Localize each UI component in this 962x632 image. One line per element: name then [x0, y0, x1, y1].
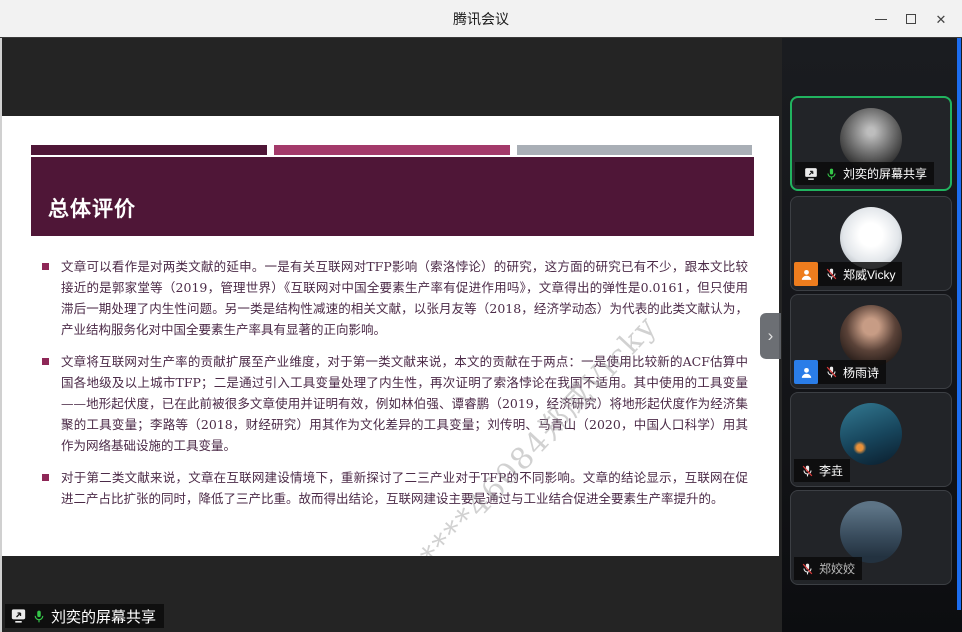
bullet-item: 文章将互联网对生产率的贡献扩展至产业维度，对于第一类文献来说，本文的贡献在于两点…: [42, 351, 749, 456]
participants-sidebar: 刘奕的屏幕共享 郑威Vicky: [782, 38, 962, 632]
screen-share-icon: [9, 608, 27, 625]
member-badge-icon: [794, 360, 818, 384]
mic-muted-icon: [801, 562, 814, 576]
mic-muted-icon: [825, 365, 838, 379]
avatar: [840, 108, 902, 170]
screen-share-icon: [802, 165, 820, 182]
mic-muted-icon: [825, 267, 838, 281]
participant-label: 郑威Vicky: [794, 262, 902, 286]
slide-accent-bars: [31, 145, 752, 155]
title-bar: 腾讯会议 ✕: [0, 0, 962, 38]
sharing-status-label: 刘奕的屏幕共享: [51, 606, 156, 627]
accent-bar-pink: [274, 145, 510, 155]
sharing-status-chip: 刘奕的屏幕共享: [5, 604, 164, 628]
slide-title: 总体评价: [31, 193, 136, 236]
participant-name: 杨雨诗: [843, 364, 879, 381]
window-controls: ✕: [866, 0, 956, 38]
guest-badge-icon: [794, 262, 818, 286]
mic-muted-icon: [801, 464, 814, 478]
bullet-marker-icon: [42, 474, 49, 481]
bullet-text: 文章可以看作是对两类文献的延申。一是有关互联网对TFP影响（索洛悖论）的研究，这…: [61, 256, 748, 340]
bullet-marker-icon: [42, 263, 49, 270]
participant-tile[interactable]: 杨雨诗: [790, 294, 952, 389]
chevron-right-icon: ›: [768, 326, 774, 346]
participant-name: 郑威Vicky: [843, 266, 895, 283]
window-edge: [0, 38, 2, 632]
participant-tile[interactable]: 郑姣姣: [790, 490, 952, 585]
participant-name: 刘奕的屏幕共享: [843, 165, 927, 182]
bullet-marker-icon: [42, 358, 49, 365]
maximize-icon: [906, 14, 916, 24]
slide-body: 文章可以看作是对两类文献的延申。一是有关互联网对TFP影响（索洛悖论）的研究，这…: [42, 256, 749, 520]
window-title: 腾讯会议: [0, 9, 962, 29]
avatar: [840, 501, 902, 563]
accent-bar-dark: [31, 145, 267, 155]
mic-on-icon: [825, 167, 838, 181]
bullet-item: 对于第二类文献来说，文章在互联网建设情境下，重新探讨了二三产业对于TFP的不同影…: [42, 467, 749, 509]
accent-bar-gray: [517, 145, 752, 155]
meeting-window: 腾讯会议 ✕ 总体评价 文章可以看作是对两类文献的延申。一是有关互联网对TFP影…: [0, 0, 962, 632]
close-icon: ✕: [936, 13, 947, 26]
close-button[interactable]: ✕: [926, 4, 956, 34]
participant-label: 刘奕的屏幕共享: [795, 162, 934, 185]
mic-on-icon: [32, 609, 46, 624]
bullet-text: 对于第二类文献来说，文章在互联网建设情境下，重新探讨了二三产业对于TFP的不同影…: [61, 467, 748, 509]
participant-tile[interactable]: 李垚: [790, 392, 952, 487]
sidebar-edge-accent: [957, 38, 961, 610]
avatar: [840, 403, 902, 465]
participant-label: 郑姣姣: [794, 557, 862, 580]
maximize-button[interactable]: [896, 4, 926, 34]
participant-tile-sharer[interactable]: 刘奕的屏幕共享: [790, 96, 952, 191]
collapse-sidebar-button[interactable]: ›: [760, 313, 781, 359]
avatar: [840, 207, 902, 269]
minimize-button[interactable]: [866, 4, 896, 34]
slide-title-band: 总体评价: [31, 157, 754, 236]
participant-label: 李垚: [794, 459, 850, 482]
avatar: [840, 305, 902, 367]
participant-name: 李垚: [819, 462, 843, 479]
participant-label: 杨雨诗: [794, 360, 886, 384]
shared-screen-stage: 总体评价 文章可以看作是对两类文献的延申。一是有关互联网对TFP影响（索洛悖论）…: [0, 38, 782, 632]
bullet-text: 文章将互联网对生产率的贡献扩展至产业维度，对于第一类文献来说，本文的贡献在于两点…: [61, 351, 748, 456]
participant-tile[interactable]: 郑威Vicky: [790, 196, 952, 291]
participant-name: 郑姣姣: [819, 560, 855, 577]
presentation-slide: 总体评价 文章可以看作是对两类文献的延申。一是有关互联网对TFP影响（索洛悖论）…: [2, 116, 779, 556]
minimize-icon: [875, 19, 887, 20]
bullet-item: 文章可以看作是对两类文献的延申。一是有关互联网对TFP影响（索洛悖论）的研究，这…: [42, 256, 749, 340]
